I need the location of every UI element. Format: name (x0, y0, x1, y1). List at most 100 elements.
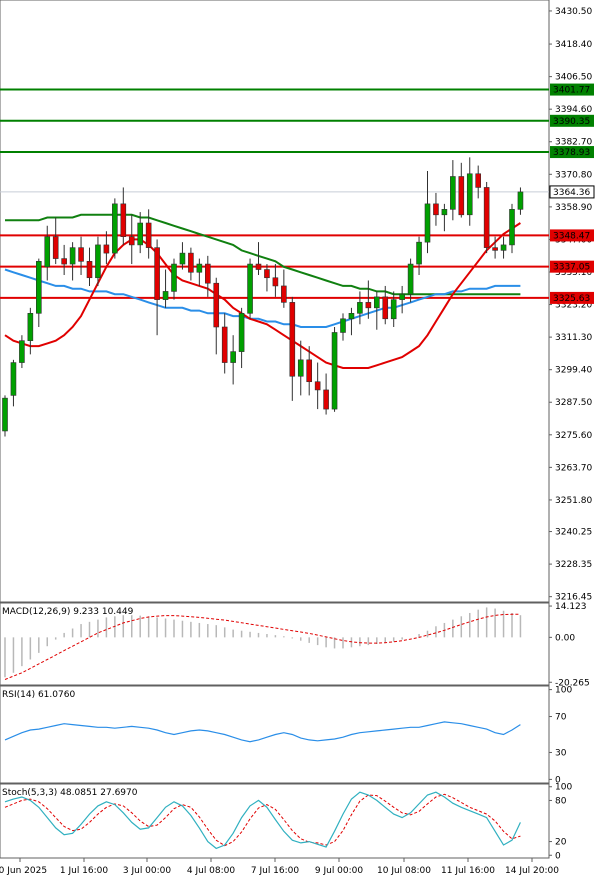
candle-body (128, 236, 135, 246)
candle-body (297, 359, 304, 377)
candle-body (2, 397, 8, 432)
candle-body (323, 389, 329, 410)
price-y-tick-label: 3228.35 (555, 560, 592, 570)
candle-body (86, 261, 93, 279)
rsi-panel: 10070300RSI(14) 61.0760 (0, 685, 572, 785)
candle-body (441, 209, 448, 216)
candle-body (373, 296, 380, 309)
candle-body (179, 252, 186, 265)
candle-body (483, 187, 490, 248)
candle-body (458, 176, 465, 216)
stoch-y-tick-label: 20 (555, 838, 567, 848)
candle-body (52, 236, 59, 259)
candle-body (188, 252, 194, 273)
level-price-label: 3348.47 (553, 231, 590, 241)
candle-body (433, 203, 439, 216)
candle-body (416, 241, 422, 265)
rsi-label: RSI(14) 61.0760 (2, 690, 75, 700)
price-y-tick-label: 3394.60 (555, 105, 592, 115)
candle-body (357, 302, 363, 314)
price-y-tick-label: 3263.70 (555, 463, 592, 473)
candle-body (272, 277, 279, 287)
x-tick-label: 9 Jul 00:00 (315, 866, 364, 876)
candle-body (112, 203, 118, 254)
candle-body (450, 176, 456, 210)
candle-body (221, 326, 228, 363)
candle-body (69, 247, 76, 265)
price-labels: 3401.77 3390.35 3378.93 3348.47 3337.05 3325.… (549, 83, 595, 304)
candle-body (348, 313, 355, 320)
x-tick-label: 14 Jul 20:00 (505, 866, 559, 876)
candle-body (314, 381, 321, 391)
stoch-y-tick-label: 100 (555, 783, 572, 793)
x-tick-label: 11 Jul 16:00 (441, 866, 495, 876)
price-y-tick-label: 3299.40 (555, 366, 592, 376)
stoch-y-tick-label: 0 (555, 851, 561, 861)
rsi-y-tick-label: 100 (555, 686, 572, 696)
price-panel: 3430.503418.403406.503394.603382.703370.… (0, 0, 592, 603)
candle-body (390, 299, 397, 320)
candle-body (103, 244, 110, 254)
candle-body (145, 222, 152, 248)
candle-body (289, 302, 296, 377)
candle-body (19, 340, 25, 363)
candle-body (95, 244, 101, 279)
candle-body (162, 291, 169, 300)
x-tick-label: 10 Jul 08:00 (377, 866, 431, 876)
candle-body (475, 173, 482, 188)
level-price-label: 3337.05 (553, 263, 590, 273)
candle-body (517, 191, 524, 210)
candle-body (171, 263, 177, 292)
stoch-label: Stoch(5,3,3) 48.0851 27.6970 (2, 788, 138, 798)
candle-body (255, 263, 262, 270)
candle-body (154, 247, 160, 300)
rsi-y-tick-label: 30 (555, 748, 567, 758)
price-y-tick-label: 3251.80 (555, 496, 592, 506)
candle-body (382, 296, 389, 320)
macd-label: MACD(12,26,9) 9.233 10.449 (2, 607, 134, 617)
price-y-tick-label: 3430.50 (555, 7, 592, 17)
candle-body (281, 285, 287, 303)
macd-panel: 14.1230.00-20.265MACD(12,26,9) 9.233 10.… (0, 602, 590, 688)
candle-body (492, 247, 498, 251)
x-axis: 30 Jun 2025 1 Jul 16:00 3 Jul 00:00 4 Jul 0… (0, 858, 559, 876)
candle-body (306, 359, 313, 383)
candle-body (466, 173, 473, 216)
price-y-tick-label: 3275.60 (555, 431, 592, 441)
candle-body (500, 244, 507, 251)
candle-body (407, 263, 414, 295)
candle-body (399, 293, 405, 300)
x-tick-label: 4 Jul 08:00 (187, 866, 236, 876)
x-tick-label: 7 Jul 16:00 (251, 866, 300, 876)
macd-y-tick-label: 0.00 (555, 633, 575, 643)
candle-body (331, 332, 338, 410)
candle-body (120, 203, 127, 237)
candle-body (213, 282, 220, 328)
candle-body (61, 258, 67, 265)
x-tick-label: 1 Jul 16:00 (60, 866, 109, 876)
candle-body (196, 263, 203, 273)
stoch-y-tick-label: 80 (555, 796, 567, 806)
price-y-tick-label: 3240.25 (555, 528, 592, 538)
price-y-tick-label: 3358.90 (555, 203, 592, 213)
level-price-label: 3390.35 (553, 117, 590, 127)
level-price-label: 3325.63 (553, 294, 590, 304)
candle-body (78, 247, 84, 262)
candle-body (44, 236, 51, 268)
candle-body (10, 362, 17, 396)
trading-chart: 3430.503418.403406.503394.603382.703370.… (0, 0, 595, 876)
candle-body (365, 302, 372, 309)
candle-body (509, 209, 515, 246)
candle-body (35, 261, 42, 314)
price-y-tick-label: 3311.30 (555, 333, 592, 343)
candle-body (137, 222, 143, 246)
level-price-label: 3401.77 (553, 86, 590, 96)
candle-body (264, 269, 270, 279)
candle-body (247, 263, 253, 314)
candle-body (238, 313, 245, 352)
price-y-tick-label: 3406.50 (555, 73, 592, 83)
price-y-tick-label: 3287.50 (555, 398, 592, 408)
candle-body (340, 318, 346, 333)
candle-body (205, 263, 211, 284)
macd-y-tick-label: 14.123 (555, 602, 587, 612)
